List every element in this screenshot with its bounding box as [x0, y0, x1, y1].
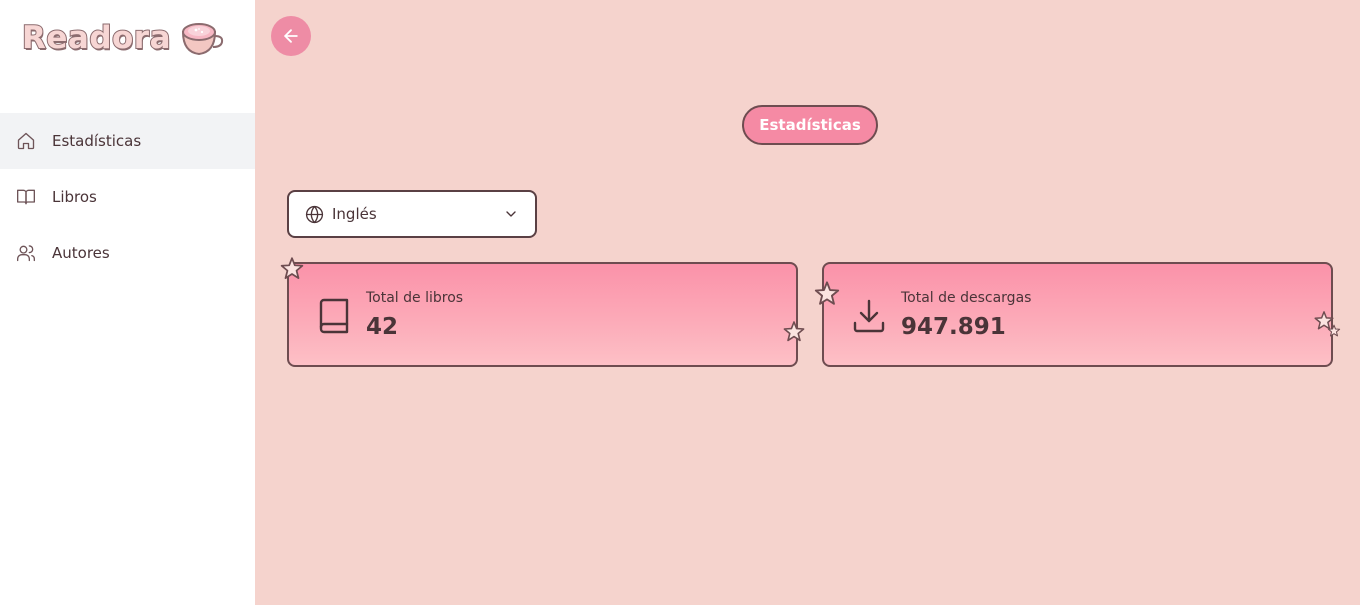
- stat-value: 947.891: [901, 314, 1006, 340]
- users-icon: [17, 245, 35, 262]
- language-select-value: Inglés: [332, 205, 377, 223]
- stat-card-total-descargas: Total de descargas 947.891: [822, 262, 1333, 367]
- stat-value: 42: [366, 314, 399, 340]
- globe-icon: [305, 205, 324, 223]
- back-button[interactable]: [271, 16, 311, 56]
- language-select[interactable]: Inglés: [287, 190, 537, 238]
- star-icon: [814, 281, 840, 305]
- arrow-left-icon: [284, 29, 298, 43]
- sidebar-item-label: Autores: [52, 244, 110, 262]
- star-icon: [1327, 324, 1341, 337]
- sidebar-item-estadisticas[interactable]: Estadísticas: [0, 113, 255, 169]
- book-open-icon: [17, 189, 35, 205]
- page-title: Estadísticas: [742, 105, 878, 145]
- chevron-down-icon: [506, 211, 516, 217]
- sidebar-item-label: Libros: [52, 188, 97, 206]
- book-icon: [319, 298, 349, 334]
- sidebar-item-autores[interactable]: Autores: [0, 225, 255, 281]
- download-icon: [853, 299, 885, 333]
- stat-card-total-libros: Total de libros 42: [287, 262, 798, 367]
- home-icon: [17, 132, 35, 150]
- teacup-icon: [182, 23, 224, 56]
- sidebar-item-label: Estadísticas: [52, 132, 142, 150]
- star-icon: [783, 321, 805, 342]
- stat-label: Total de descargas: [901, 290, 1032, 306]
- stat-label: Total de libros: [366, 290, 464, 306]
- sidebar-item-libros[interactable]: Libros: [0, 169, 255, 225]
- app-name: Readora: [21, 19, 172, 57]
- sidebar: Readora Estadísticas Libros Autores: [0, 0, 255, 605]
- app-logo[interactable]: Readora: [21, 18, 225, 58]
- star-icon: [280, 257, 304, 279]
- sidebar-nav: Estadísticas Libros Autores: [0, 113, 255, 281]
